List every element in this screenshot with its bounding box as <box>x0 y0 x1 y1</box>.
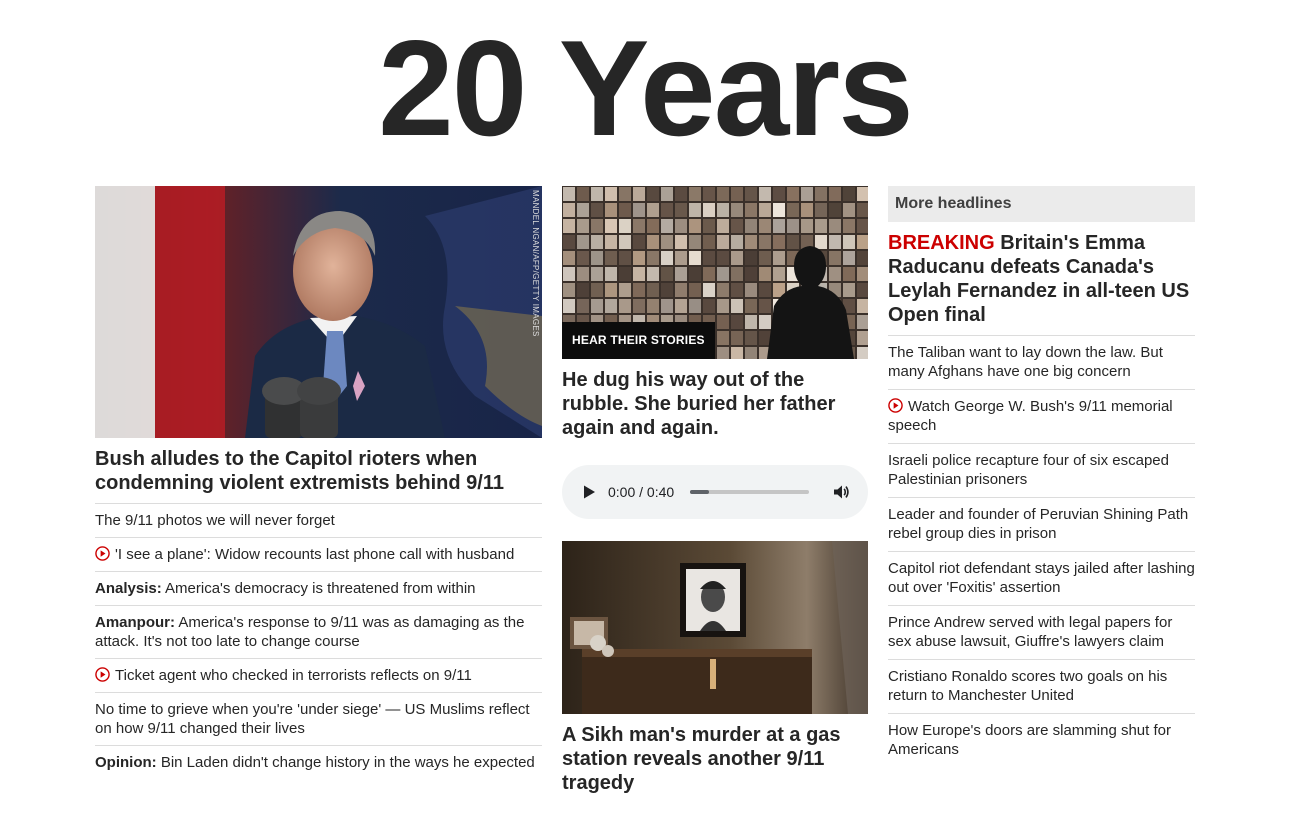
headline-text: Prince Andrew served with legal papers f… <box>888 614 1173 650</box>
story-text: Bin Laden didn't change history in the w… <box>160 754 535 771</box>
story-item[interactable]: Amanpour: America's response to 9/11 was… <box>95 606 542 659</box>
right-column: More headlines BREAKING Britain's Emma R… <box>888 186 1195 767</box>
photo-memorial-wall[interactable]: HEAR THEIR STORIES <box>562 186 868 359</box>
audio-time: 0:00 / 0:40 <box>608 484 675 500</box>
story-item[interactable]: No time to grieve when you're 'under sie… <box>95 693 542 746</box>
story-kicker: Opinion: <box>95 754 157 771</box>
volume-icon[interactable] <box>832 483 850 501</box>
left-story-list: The 9/11 photos we will never forget 'I … <box>95 504 542 779</box>
story-item[interactable]: 'I see a plane': Widow recounts last pho… <box>95 538 542 572</box>
headline-text: Capitol riot defendant stays jailed afte… <box>888 560 1195 596</box>
headline-text: Leader and founder of Peruvian Shining P… <box>888 506 1189 542</box>
headline-item[interactable]: Prince Andrew served with legal papers f… <box>888 606 1195 660</box>
headline-item[interactable]: Cristiano Ronaldo scores two goals on hi… <box>888 660 1195 714</box>
headline-text: Cristiano Ronaldo scores two goals on hi… <box>888 668 1168 704</box>
headline-item[interactable]: How Europe's doors are slamming shut for… <box>888 714 1195 767</box>
headline-item[interactable]: Israeli police recapture four of six esc… <box>888 444 1195 498</box>
breaking-news-headline[interactable]: BREAKING Britain's Emma Raducanu defeats… <box>888 231 1195 336</box>
breaking-label: BREAKING <box>888 232 995 254</box>
headline-item[interactable]: Capitol riot defendant stays jailed afte… <box>888 552 1195 606</box>
more-headlines-list: The Taliban want to lay down the law. Bu… <box>888 336 1195 767</box>
story-text: 'I see a plane': Widow recounts last pho… <box>115 546 515 563</box>
story-text: The 9/11 photos we will never forget <box>95 512 335 529</box>
story-text: America's democracy is threatened from w… <box>165 580 476 597</box>
page-title: 20 Years <box>378 12 914 164</box>
headline-sikh-murder[interactable]: A Sikh man's murder at a gas station rev… <box>562 723 868 795</box>
hero-photo-bush-speech[interactable]: MANDEL NGAN/AFP/GETTY IMAGES <box>95 186 542 438</box>
headline-text: Israeli police recapture four of six esc… <box>888 452 1169 488</box>
headline-item[interactable]: Watch George W. Bush's 9/11 memorial spe… <box>888 390 1195 444</box>
left-column: MANDEL NGAN/AFP/GETTY IMAGES Bush allude… <box>95 186 542 779</box>
hero-headline[interactable]: Bush alludes to the Capitol rioters when… <box>95 447 542 504</box>
photo-credit: MANDEL NGAN/AFP/GETTY IMAGES <box>531 190 540 337</box>
photo-sikh-memorial[interactable] <box>562 541 868 714</box>
headline-text: The Taliban want to lay down the law. Bu… <box>888 344 1163 380</box>
hear-their-stories-label: HEAR THEIR STORIES <box>562 322 715 359</box>
story-kicker: Amanpour: <box>95 614 175 631</box>
story-kicker: Analysis: <box>95 580 162 597</box>
headline-text: How Europe's doors are slamming shut for… <box>888 722 1171 758</box>
middle-column: HEAR THEIR STORIES He dug his way out of… <box>562 186 868 795</box>
audio-progress-fill <box>690 490 710 494</box>
audio-player[interactable]: 0:00 / 0:40 <box>562 465 868 519</box>
story-text: Ticket agent who checked in terrorists r… <box>115 667 472 684</box>
play-circle-icon <box>95 667 110 682</box>
more-headlines-header: More headlines <box>888 186 1195 222</box>
headline-item[interactable]: Leader and founder of Peruvian Shining P… <box>888 498 1195 552</box>
play-icon[interactable] <box>582 484 596 500</box>
story-item[interactable]: Analysis: America's democracy is threate… <box>95 572 542 606</box>
headline-rubble-story[interactable]: He dug his way out of the rubble. She bu… <box>562 368 868 440</box>
headline-text: Watch George W. Bush's 9/11 memorial spe… <box>888 398 1173 434</box>
story-item[interactable]: The 9/11 photos we will never forget <box>95 504 542 538</box>
story-text: No time to grieve when you're 'under sie… <box>95 701 530 737</box>
play-circle-icon <box>888 398 903 413</box>
story-item[interactable]: Ticket agent who checked in terrorists r… <box>95 659 542 693</box>
story-item[interactable]: Opinion: Bin Laden didn't change history… <box>95 746 542 779</box>
audio-progress-slider[interactable] <box>690 490 810 494</box>
headline-item[interactable]: The Taliban want to lay down the law. Bu… <box>888 336 1195 390</box>
play-circle-icon <box>95 546 110 561</box>
